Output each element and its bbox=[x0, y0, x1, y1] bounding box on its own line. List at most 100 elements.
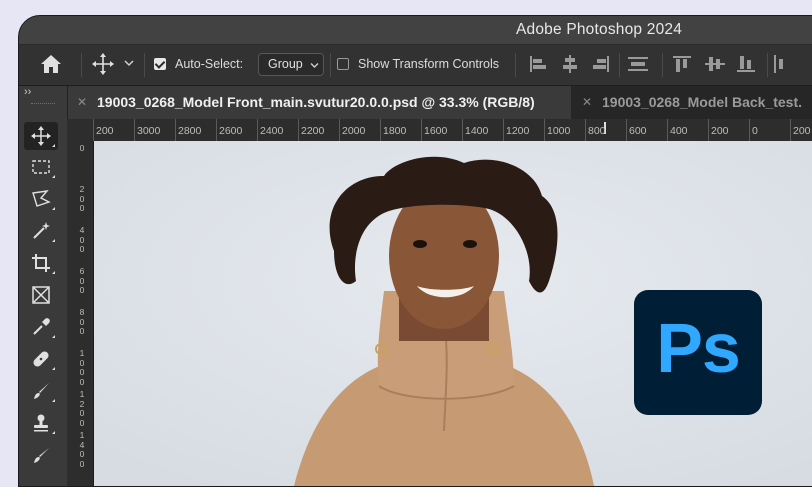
ruler-tick-label: 400 bbox=[78, 225, 86, 255]
clone-stamp-tool[interactable] bbox=[24, 409, 58, 437]
crop-icon bbox=[32, 254, 50, 272]
auto-select-checkbox[interactable] bbox=[154, 58, 166, 70]
submenu-indicator bbox=[52, 399, 55, 402]
auto-select-value: Group bbox=[268, 57, 303, 71]
panel-grip[interactable] bbox=[31, 103, 55, 106]
ruler-tick-label: 600 bbox=[626, 119, 647, 141]
ruler-tick-label: 200 bbox=[78, 184, 86, 214]
ruler-tick-label: 1600 bbox=[420, 119, 448, 141]
show-transform-checkbox[interactable] bbox=[337, 58, 349, 70]
chevron-down-icon bbox=[310, 63, 319, 68]
tab-label: 19003_0268_Model Back_test. bbox=[602, 94, 803, 110]
magic-wand-icon bbox=[33, 222, 50, 239]
move-tool-icon[interactable] bbox=[92, 53, 114, 75]
close-icon[interactable]: ✕ bbox=[77, 95, 87, 109]
submenu-indicator bbox=[52, 431, 55, 434]
eyedropper-icon bbox=[33, 318, 50, 335]
separator bbox=[662, 53, 663, 77]
history-brush-icon bbox=[34, 448, 49, 463]
auto-select-label: Auto-Select: bbox=[175, 57, 244, 71]
ruler-tick-char: 0 bbox=[79, 244, 85, 254]
ruler-tick-label: 1400 bbox=[461, 119, 489, 141]
ruler-tick-label: 200 bbox=[708, 119, 729, 141]
frame-icon bbox=[32, 286, 50, 304]
crop-tool[interactable] bbox=[24, 249, 58, 277]
ruler-tick-char: 0 bbox=[79, 417, 85, 428]
frame-tool[interactable] bbox=[24, 281, 58, 309]
separator bbox=[144, 53, 145, 77]
ruler-tick-char: 0 bbox=[79, 285, 85, 295]
collapse-panel-icon[interactable]: ›› bbox=[24, 86, 31, 98]
ruler-tick-label: 2200 bbox=[297, 119, 325, 141]
show-transform-label: Show Transform Controls bbox=[358, 57, 500, 71]
tab-label: 19003_0268_Model Front_main.svutur20.0.0… bbox=[97, 94, 535, 110]
submenu-indicator bbox=[52, 175, 55, 178]
ruler-tick-label: 2400 bbox=[256, 119, 284, 141]
eyedropper-tool[interactable] bbox=[24, 313, 58, 341]
align-vertical-centers-icon[interactable] bbox=[705, 55, 725, 73]
submenu-indicator bbox=[52, 239, 55, 242]
ruler-tick-label: 0 bbox=[78, 143, 86, 154]
submenu-indicator bbox=[52, 367, 55, 370]
tab-document-front[interactable]: ✕ 19003_0268_Model Front_main.svutur20.0… bbox=[67, 86, 571, 119]
separator bbox=[619, 53, 620, 77]
submenu-indicator bbox=[52, 271, 55, 274]
ruler-tick-char: 0 bbox=[79, 326, 85, 336]
logo-text: Ps bbox=[656, 309, 741, 387]
ruler-tick-label: 800 bbox=[78, 307, 86, 337]
document-tab-bar: ✕ 19003_0268_Model Front_main.svutur20.0… bbox=[67, 86, 812, 119]
separator bbox=[81, 53, 82, 77]
chevron-down-icon[interactable] bbox=[123, 58, 135, 68]
align-right-edges-icon[interactable] bbox=[591, 55, 611, 73]
magic-wand-tool[interactable] bbox=[24, 217, 58, 245]
distribute-icon[interactable] bbox=[771, 55, 791, 73]
ruler-origin[interactable] bbox=[67, 119, 93, 141]
ruler-tick-label: 3000 bbox=[133, 119, 161, 141]
brush-tool[interactable] bbox=[24, 377, 58, 405]
lasso-tool[interactable] bbox=[24, 185, 58, 213]
polygonal-lasso-icon bbox=[32, 190, 51, 207]
history-brush-tool[interactable] bbox=[24, 441, 58, 469]
tools-panel: ›› bbox=[19, 86, 68, 486]
separator bbox=[330, 53, 331, 77]
align-left-edges-icon[interactable] bbox=[528, 55, 548, 73]
healing-brush-tool[interactable] bbox=[24, 345, 58, 373]
ruler-tick-char: 0 bbox=[79, 376, 85, 387]
ruler-tick-label: 200 bbox=[790, 119, 811, 141]
auto-select-dropdown[interactable]: Group bbox=[258, 53, 324, 76]
title-bar: Adobe Photoshop 2024 bbox=[19, 16, 812, 45]
rectangular-marquee-icon bbox=[32, 160, 50, 174]
ruler-tick-label: 1800 bbox=[379, 119, 407, 141]
align-horizontal-centers-icon[interactable] bbox=[560, 55, 580, 73]
ruler-tick-label: 1000 bbox=[543, 119, 571, 141]
ruler-tick-label: 1400 bbox=[78, 430, 86, 469]
ruler-tick-label: 200 bbox=[93, 119, 114, 141]
ruler-tick-label: 800 bbox=[585, 119, 606, 141]
marquee-tool[interactable] bbox=[24, 153, 58, 181]
ruler-tick-label: 0 bbox=[749, 119, 758, 141]
align-bottom-edges-icon[interactable] bbox=[736, 55, 756, 73]
stamp-icon bbox=[34, 414, 48, 432]
ruler-tick-label: 1000 bbox=[78, 348, 86, 387]
ruler-tick-label: 400 bbox=[667, 119, 688, 141]
home-icon[interactable] bbox=[40, 54, 62, 74]
ruler-tick-label: 2600 bbox=[215, 119, 243, 141]
photoshop-window: Adobe Photoshop 2024 Auto-Select: Group bbox=[18, 15, 812, 487]
submenu-indicator bbox=[52, 335, 55, 338]
ruler-tick-label: 1200 bbox=[78, 389, 86, 428]
vertical-ruler[interactable]: 0200400600800100012001400 bbox=[67, 141, 94, 486]
separator bbox=[767, 53, 768, 77]
close-icon[interactable]: ✕ bbox=[582, 95, 592, 109]
bandage-icon bbox=[33, 351, 49, 367]
ruler-tick-label: 2000 bbox=[338, 119, 366, 141]
separator bbox=[515, 53, 516, 77]
horizontal-ruler[interactable]: 200 3000 2800 2600 2400 2200 2000 1800 1600 1400 1… bbox=[93, 119, 812, 142]
ruler-tick-char: 0 bbox=[79, 143, 85, 153]
distribute-vertical-icon[interactable] bbox=[628, 55, 648, 73]
tab-document-back[interactable]: ✕ 19003_0268_Model Back_test. bbox=[572, 86, 812, 119]
move-icon bbox=[31, 126, 51, 146]
align-top-edges-icon[interactable] bbox=[672, 55, 692, 73]
ruler-tick-label: 2800 bbox=[174, 119, 202, 141]
move-tool[interactable] bbox=[24, 122, 58, 150]
submenu-indicator bbox=[52, 207, 55, 210]
